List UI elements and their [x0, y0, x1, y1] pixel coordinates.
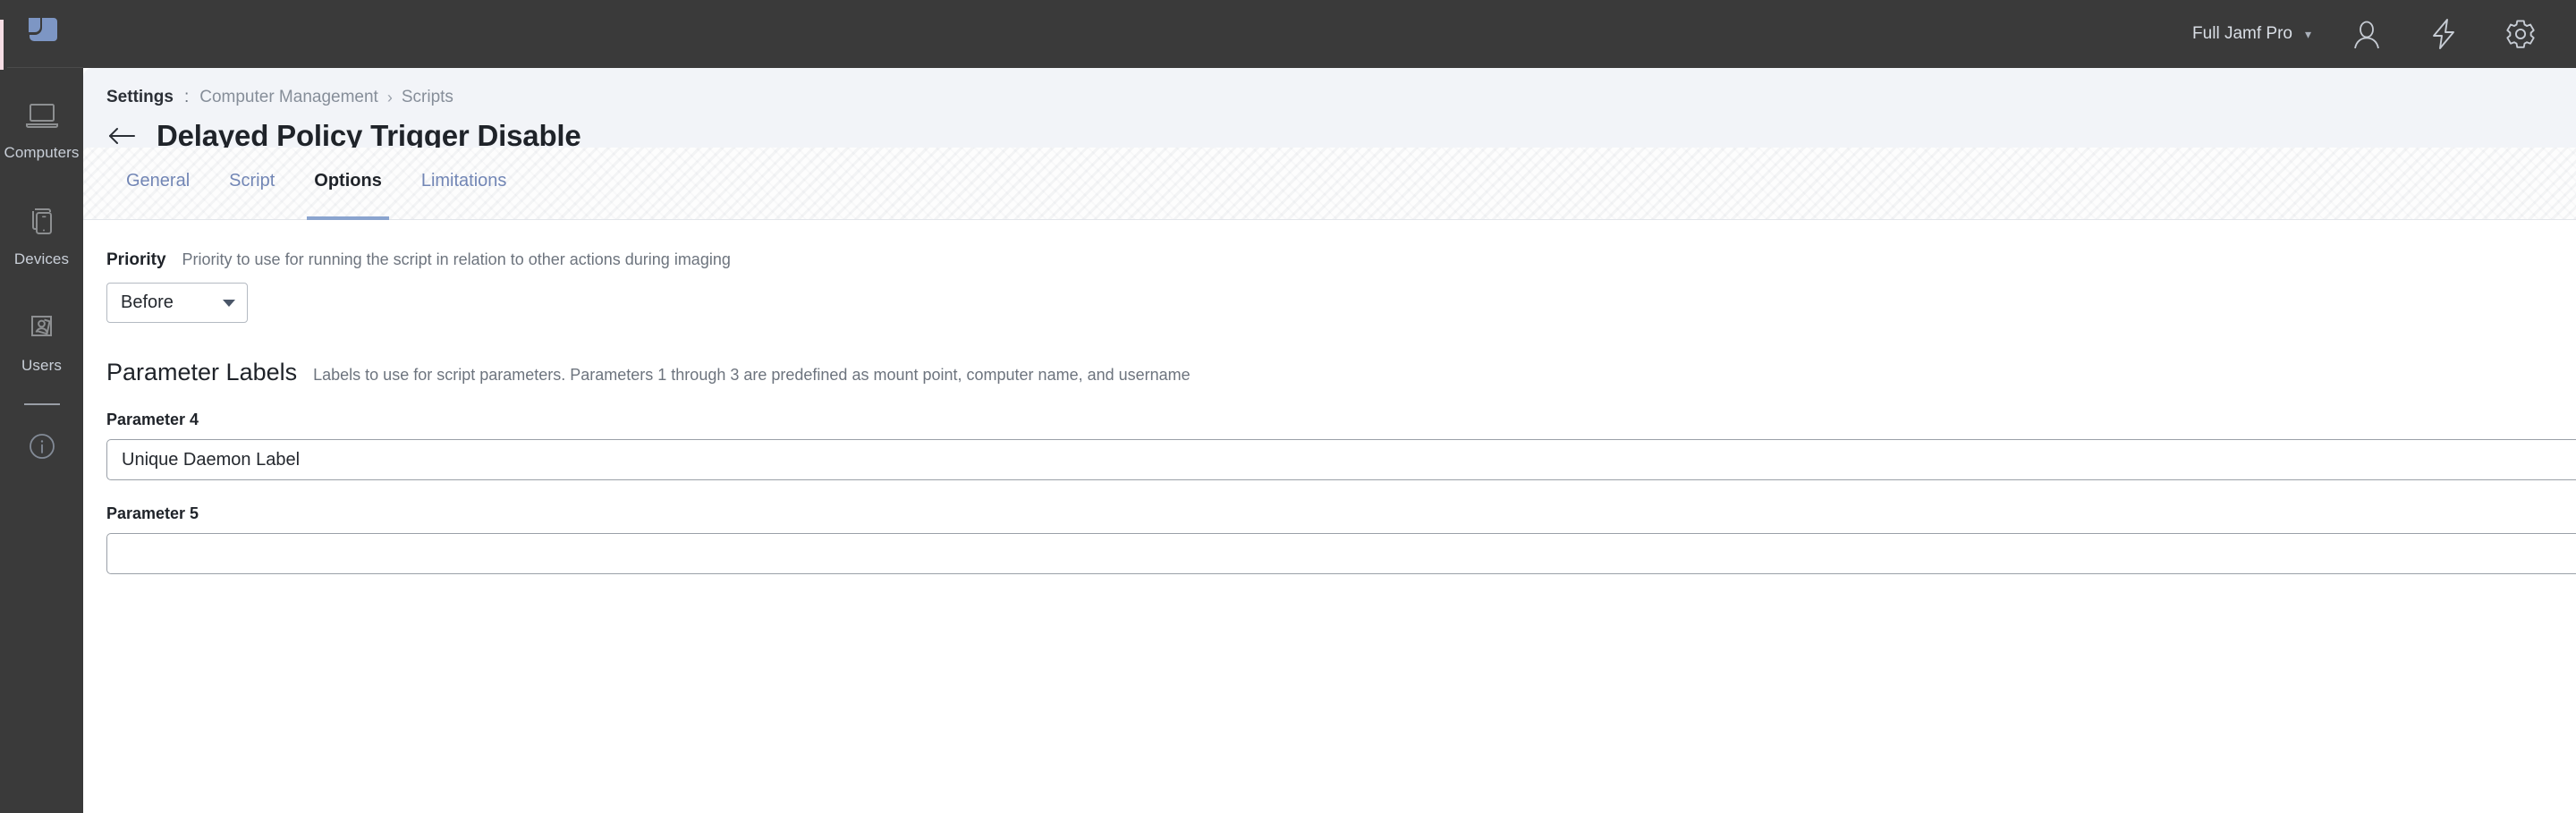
tab-options[interactable]: Options [294, 148, 402, 220]
app-root: Computers Devices Users Full Jamf Pro ▾ … [0, 0, 2576, 813]
priority-select[interactable]: Before [106, 283, 248, 323]
jamf-logo [25, 16, 59, 52]
chevron-right-icon: › [386, 88, 393, 106]
main-region: Full Jamf Pro ▾ Settings: Computer Mana… [83, 0, 2576, 813]
info-circle-icon[interactable] [24, 428, 60, 464]
tab-bar: General Script Options Limitations [83, 148, 2576, 220]
users-icon [21, 308, 64, 349]
tab-label: General [126, 171, 191, 191]
context-switcher[interactable]: Full Jamf Pro ▾ [2192, 24, 2311, 44]
parameter-4-input[interactable] [106, 439, 2576, 480]
lightning-bolt-icon[interactable] [2426, 16, 2462, 52]
tab-label: Script [229, 171, 275, 191]
sidebar-item-devices[interactable]: Devices [0, 191, 83, 277]
top-bar: Full Jamf Pro ▾ [83, 0, 2576, 68]
laptop-icon [21, 95, 64, 136]
options-form: Priority Priority to use for running the… [83, 220, 2576, 574]
priority-label: Priority [106, 250, 166, 269]
account-icon[interactable] [2349, 16, 2385, 52]
sidebar-item-computers[interactable]: Computers [0, 84, 83, 171]
primary-sidebar: Computers Devices Users [0, 0, 83, 813]
tab-label: Options [314, 171, 382, 191]
back-arrow-icon[interactable] [106, 123, 137, 149]
breadcrumb: Settings : Computer Management › Scripts [83, 88, 2576, 107]
gear-icon[interactable] [2503, 16, 2538, 52]
mobile-devices-icon [21, 201, 64, 242]
chevron-down-icon: ▾ [2304, 27, 2311, 41]
parameter-5-label: Parameter 5 [106, 504, 199, 522]
parameter-labels-title: Parameter Labels [106, 359, 298, 385]
tab-limitations[interactable]: Limitations [402, 148, 527, 220]
sidebar-item-label: Devices [13, 250, 70, 267]
breadcrumb-colon: : [183, 88, 190, 106]
content-panel: Settings : Computer Management › Scripts… [83, 68, 2576, 813]
jamf-logo-button[interactable] [0, 0, 83, 68]
parameter-labels-header: Parameter Labels Labels to use for scrip… [106, 359, 2553, 386]
parameter-5-input[interactable] [106, 533, 2576, 574]
chevron-down-icon [223, 299, 235, 307]
priority-select-value: Before [121, 292, 174, 312]
parameter-4-label: Parameter 4 [106, 411, 199, 428]
tab-label: Limitations [420, 171, 507, 191]
priority-description: Priority to use for running the script i… [182, 250, 731, 268]
sidebar-item-users[interactable]: Users [0, 297, 83, 384]
tab-script[interactable]: Script [209, 148, 294, 220]
context-switcher-label: Full Jamf Pro [2192, 24, 2292, 43]
top-bar-icons [2349, 16, 2538, 52]
sidebar-divider [23, 403, 60, 405]
parameter-5-block: Parameter 5 [106, 504, 2576, 574]
sidebar-items: Computers Devices Users [0, 68, 83, 464]
panel-header: Settings : Computer Management › Scripts… [83, 68, 2576, 152]
priority-field-header: Priority Priority to use for running the… [106, 250, 2553, 270]
sidebar-item-label: Users [21, 357, 62, 374]
tab-general[interactable]: General [106, 148, 209, 220]
breadcrumb-root[interactable]: Settings [106, 88, 174, 107]
parameter-4-block: Parameter 4 [106, 411, 2576, 480]
parameter-labels-description: Labels to use for script parameters. Par… [313, 366, 1191, 384]
sidebar-item-label: Computers [4, 144, 80, 161]
breadcrumb-section[interactable]: Computer Management [199, 88, 378, 107]
breadcrumb-current[interactable]: Scripts [402, 88, 453, 107]
